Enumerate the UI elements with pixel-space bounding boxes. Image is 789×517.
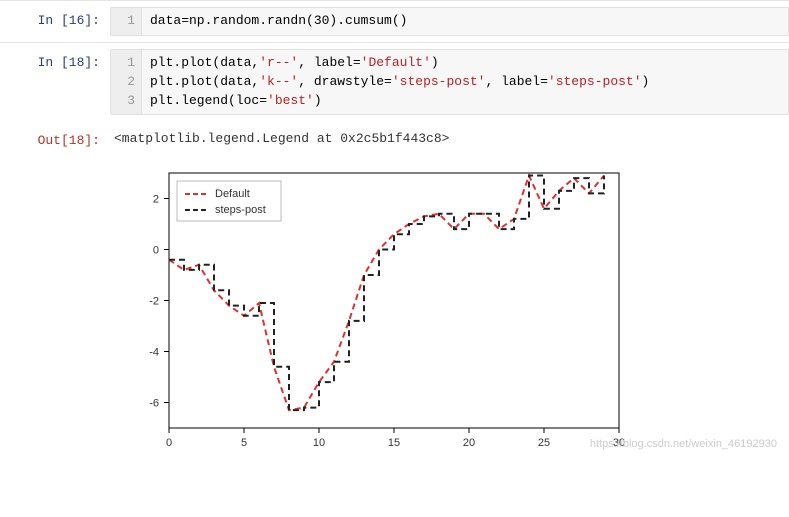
svg-text:0: 0 [153, 245, 159, 257]
output-text: <matplotlib.legend.Legend at 0x2c5b1f443… [110, 127, 789, 146]
svg-text:20: 20 [463, 437, 475, 449]
output-cell-18: Out[18]: <matplotlib.legend.Legend at 0x… [0, 121, 789, 154]
svg-text:steps-post: steps-post [215, 204, 266, 216]
svg-text:15: 15 [388, 437, 400, 449]
prompt-in-18: In [18]: [0, 49, 110, 70]
prompt-out-18: Out[18]: [0, 127, 110, 148]
input-cell-16: In [16]: 1 data=np.random.randn(30).cums… [0, 0, 789, 42]
svg-text:10: 10 [313, 437, 325, 449]
code-area-16[interactable]: 1 data=np.random.randn(30).cumsum() [110, 7, 789, 36]
gutter: 1 [111, 8, 142, 35]
svg-text:30: 30 [613, 437, 625, 449]
code-area-18[interactable]: 1 2 3 plt.plot(data,'r--', label='Defaul… [110, 49, 789, 116]
svg-text:0: 0 [166, 437, 172, 449]
svg-text:Default: Default [215, 188, 250, 200]
svg-text:-2: -2 [149, 296, 159, 308]
plot-output: 051015202530-6-4-202Defaultsteps-post ht… [0, 154, 789, 468]
input-cell-18: In [18]: 1 2 3 plt.plot(data,'r--', labe… [0, 42, 789, 122]
svg-text:25: 25 [538, 437, 550, 449]
svg-text:2: 2 [153, 194, 159, 206]
svg-text:-4: -4 [149, 347, 159, 359]
gutter: 1 2 3 [111, 50, 142, 115]
code-line: data=np.random.randn(30).cumsum() [142, 8, 415, 35]
line-chart: 0 5 10 15 20 25 30 -6 -4 -2 0 2 Default steps-post [114, 158, 634, 458]
svg-text:5: 5 [241, 437, 247, 449]
prompt-in-16: In [16]: [0, 7, 110, 28]
code-block: plt.plot(data,'r--', label='Default') pl… [142, 50, 657, 115]
svg-text:-6: -6 [149, 398, 159, 410]
